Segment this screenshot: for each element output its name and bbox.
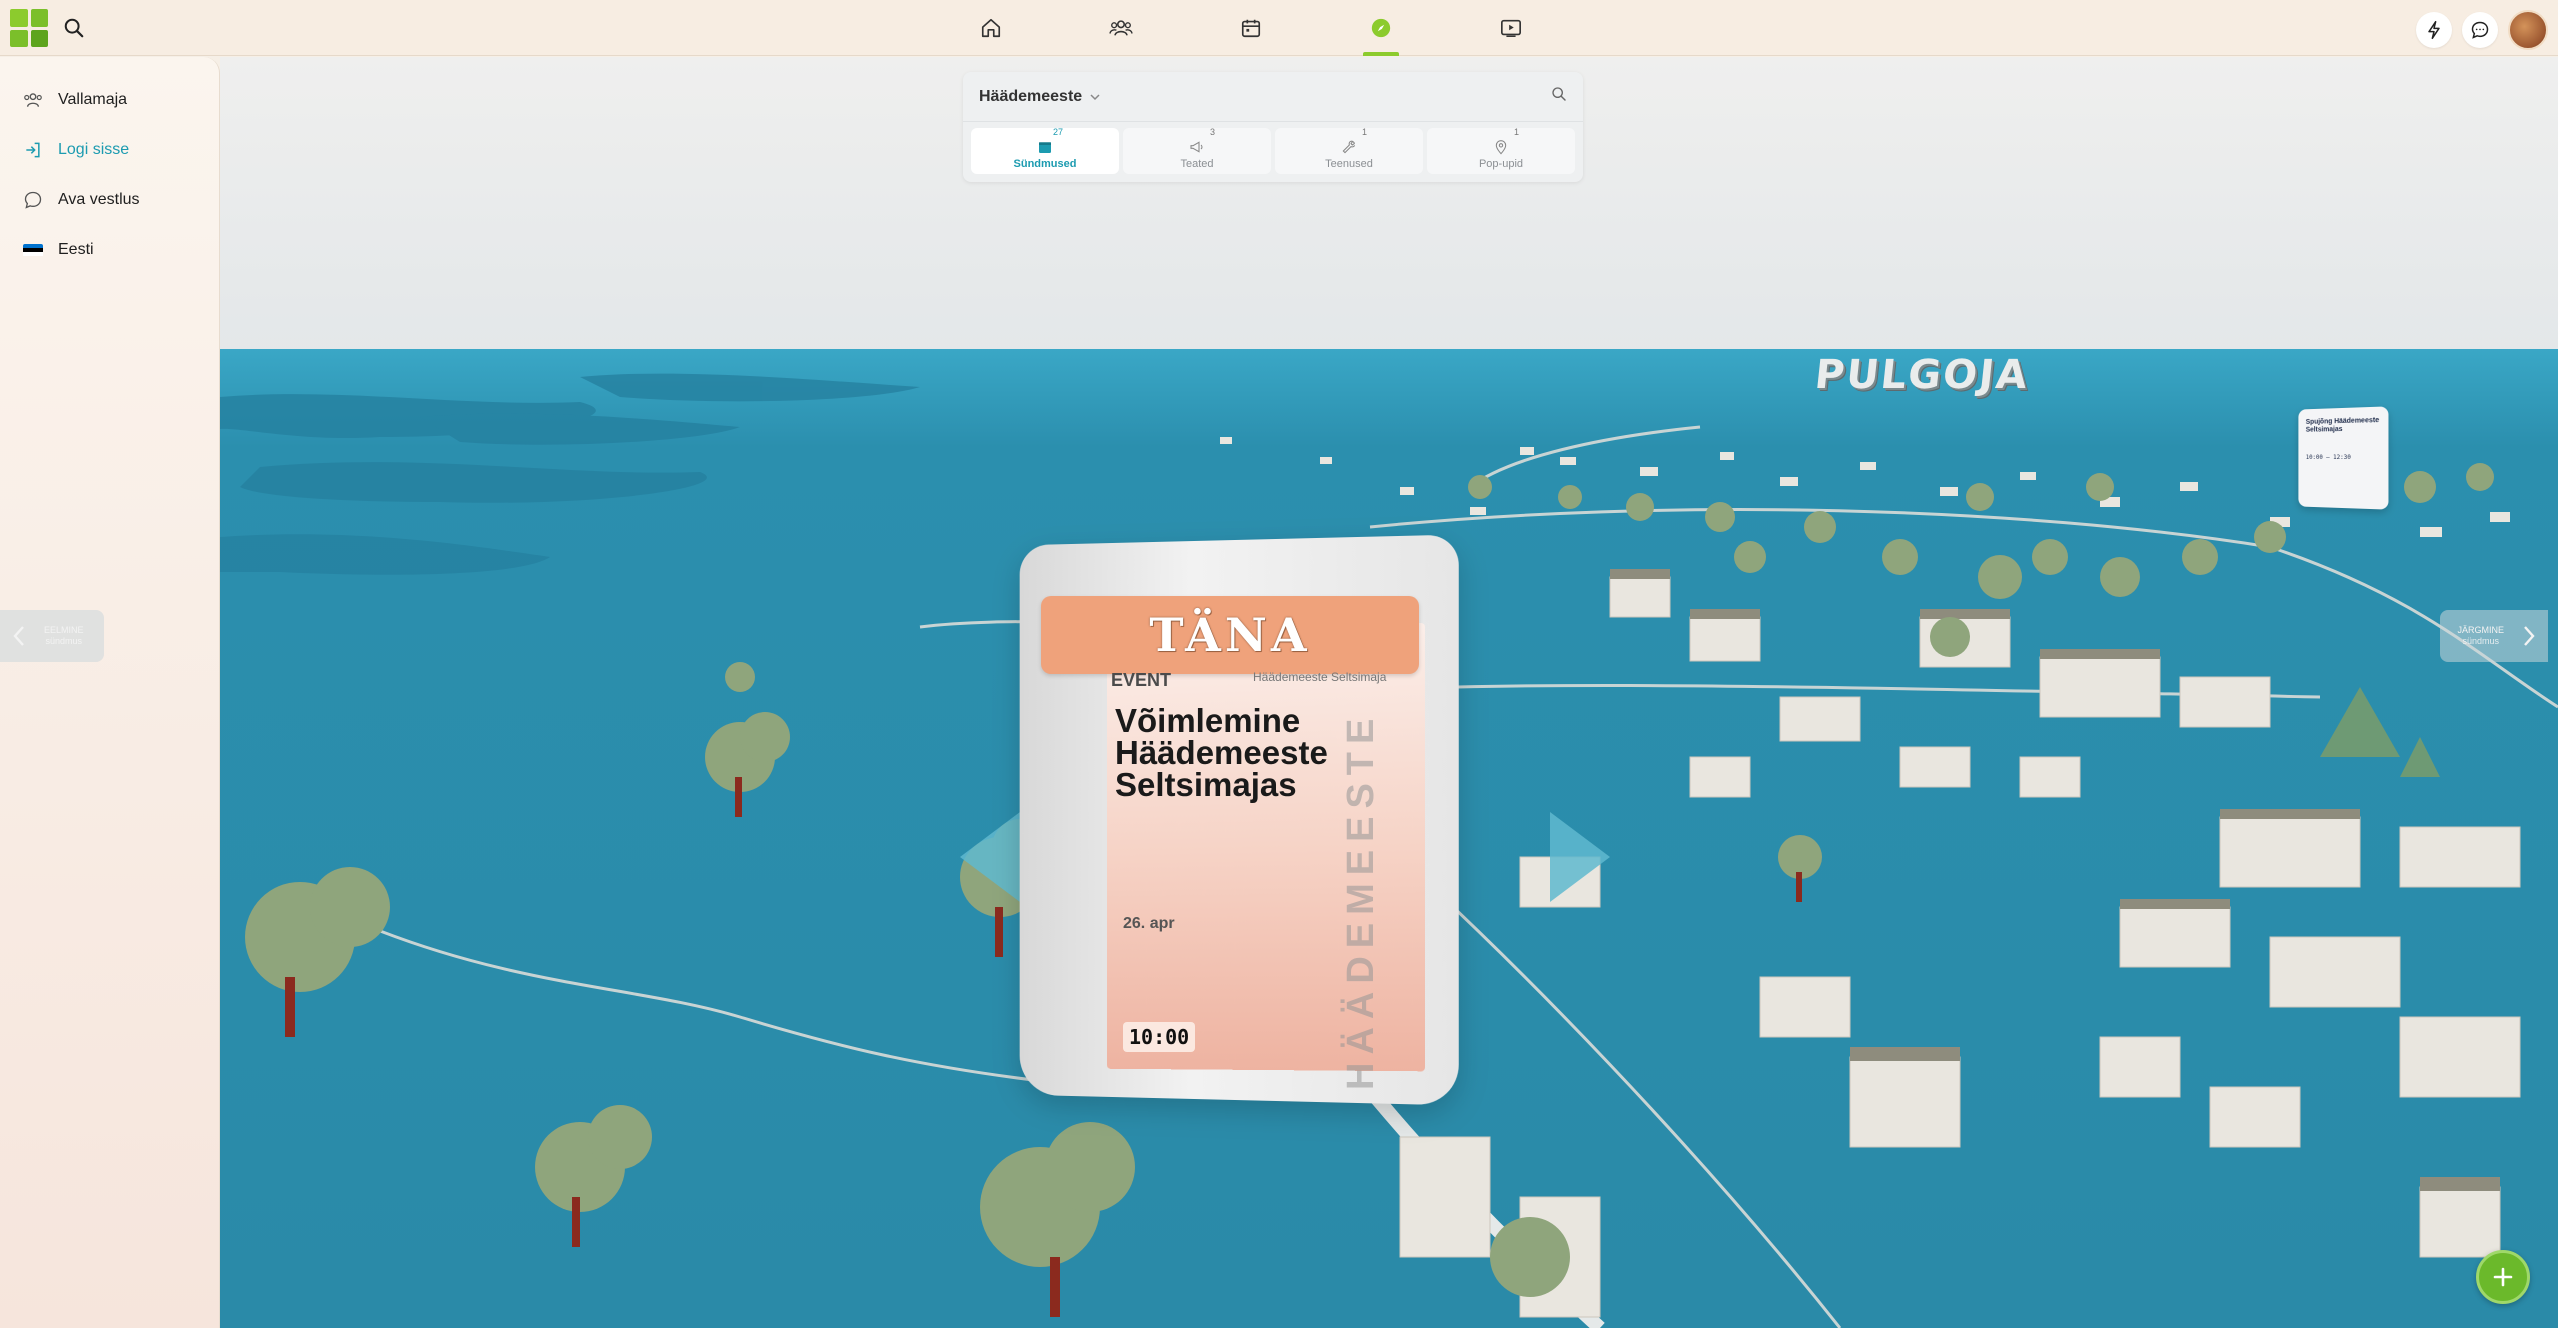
quick-actions-button[interactable] [2416, 12, 2452, 48]
sidebar-item-chat[interactable]: Ava vestlus [0, 175, 219, 225]
tab-events[interactable]: 27 Sündmused [971, 126, 1119, 174]
chevron-down-icon [1090, 93, 1100, 101]
mini-card-time: 10:00 — 12:30 [2305, 453, 2351, 462]
events-icon [1039, 141, 1051, 153]
plus-icon [2493, 1267, 2513, 1287]
sidebar-item-label: Vallamaja [58, 91, 128, 108]
tab-notices[interactable]: 3 Teated [1123, 126, 1271, 174]
estonia-flag-icon [22, 239, 44, 261]
megaphone-icon [1190, 140, 1203, 153]
top-bar [0, 0, 2558, 56]
nav-media[interactable] [1485, 0, 1537, 56]
sidebar: Vallamaja Logi sisse Ava vestlus Eesti [0, 57, 220, 1328]
event-today-banner: TÄNA [1041, 596, 1419, 674]
tab-count: 1 [1361, 126, 1367, 137]
compass-icon [1371, 18, 1391, 38]
tab-popups[interactable]: 1 Pop-upid [1427, 126, 1575, 174]
tab-label: Pop-upid [1478, 157, 1524, 170]
search-icon[interactable] [58, 12, 90, 44]
nav-home[interactable] [965, 0, 1017, 56]
map-place-label: PULGOJA [1812, 352, 2032, 398]
nav-map[interactable] [1355, 0, 1407, 56]
top-right-actions [2416, 10, 2548, 50]
messages-button[interactable] [2462, 12, 2498, 48]
next-sublabel: sündmus [2462, 636, 2499, 646]
prev-sublabel: sündmus [45, 636, 83, 646]
nav-calendar[interactable] [1225, 0, 1277, 56]
map-event-marker[interactable]: Spujõng Häädemeeste Seltsimajas 10:00 — … [2298, 406, 2389, 510]
tab-label: Teenused [1325, 157, 1373, 170]
home-icon [981, 18, 1001, 38]
wrench-icon [1342, 140, 1356, 153]
location-selector[interactable]: Häädemeeste [963, 72, 1583, 122]
event-card[interactable]: TÄNA EVENT Häädemeeste Seltsimaja Võimle… [1015, 534, 1495, 1106]
next-event-button[interactable]: JÄRGMINE sündmus [2440, 610, 2548, 662]
chevron-right-icon [2524, 626, 2535, 646]
tab-count: 3 [1209, 126, 1215, 137]
prev-label: EELMINE [44, 625, 84, 635]
chat-icon [2471, 21, 2489, 39]
event-type-label: EVENT [1111, 670, 1172, 690]
event-vertical-text: HÄÄDEMEESTE [1340, 710, 1382, 1090]
event-time: 10:00 [1123, 1022, 1196, 1052]
lightning-icon [2428, 20, 2440, 40]
people-icon [1109, 20, 1133, 36]
category-tabs: 27 Sündmused 3 Teated 1 Teenused 1 Pop-u… [963, 122, 1583, 180]
sidebar-item-vallamaja[interactable]: Vallamaja [0, 75, 219, 125]
app-logo[interactable] [10, 9, 48, 47]
location-name: Häädemeeste [979, 87, 1083, 105]
event-date: 26. apr [1123, 915, 1175, 932]
nav-community[interactable] [1095, 0, 1147, 56]
community-icon [22, 89, 44, 111]
mini-card-title: Spujõng Häädemeeste Seltsimajas [2305, 416, 2380, 434]
add-button[interactable] [2476, 1250, 2530, 1304]
chat-bubble-icon [22, 189, 44, 211]
video-icon [1501, 19, 1521, 37]
tab-count: 27 [1052, 126, 1063, 137]
sidebar-item-login[interactable]: Logi sisse [0, 125, 219, 175]
next-label: JÄRGMINE [2457, 625, 2504, 635]
search-icon[interactable] [1551, 86, 1567, 107]
calendar-icon [1241, 19, 1261, 38]
tab-services[interactable]: 1 Teenused [1275, 126, 1423, 174]
event-organizer: Häädemeeste Seltsimaja [1253, 670, 1387, 684]
location-pin-icon [1495, 139, 1507, 154]
sidebar-item-label: Eesti [58, 241, 94, 258]
chevron-left-icon [13, 626, 24, 646]
tab-count: 1 [1513, 126, 1519, 137]
location-search-panel: Häädemeeste 27 Sündmused 3 Teated 1 Teen… [963, 72, 1583, 182]
sidebar-item-language[interactable]: Eesti [0, 225, 219, 275]
main-navigation [965, 0, 1537, 56]
user-avatar[interactable] [2508, 10, 2548, 50]
sidebar-item-label: Logi sisse [58, 141, 130, 158]
login-icon [22, 139, 44, 161]
previous-event-button[interactable]: EELMINE sündmus [0, 610, 104, 662]
tab-label: Teated [1180, 157, 1214, 170]
sidebar-item-label: Ava vestlus [58, 191, 140, 208]
tab-label: Sündmused [1013, 157, 1077, 170]
